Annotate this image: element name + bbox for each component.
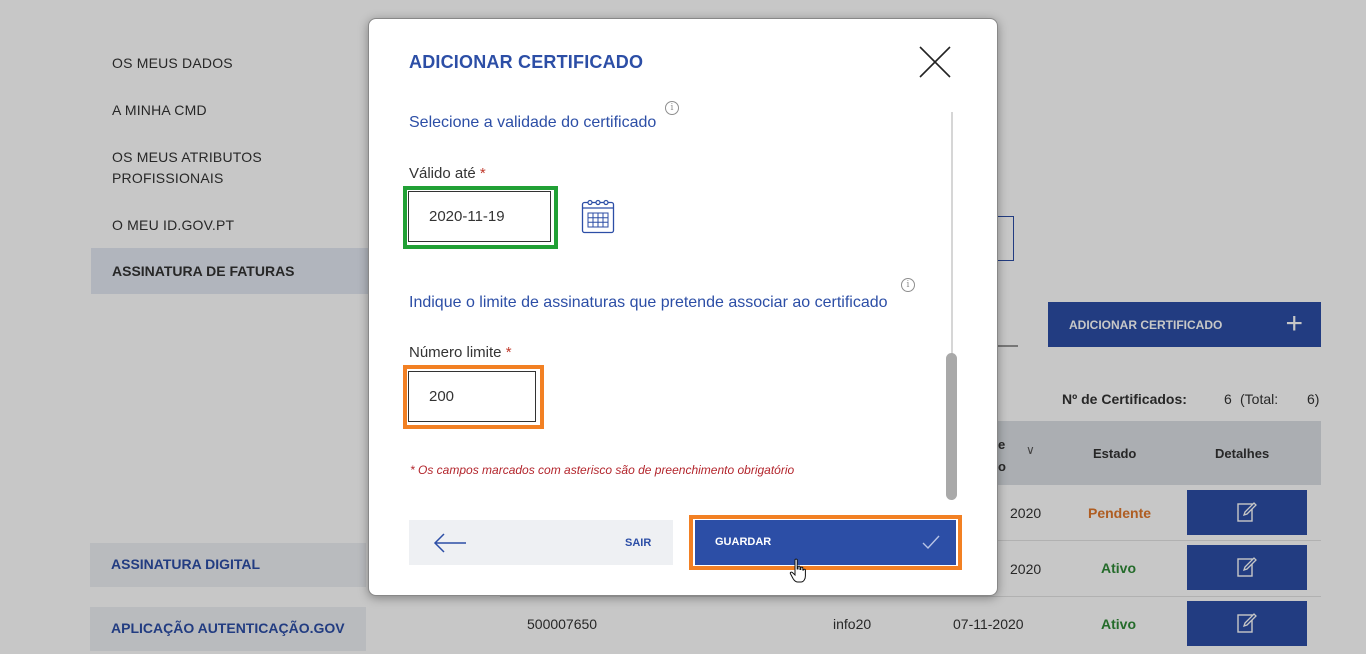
arrow-left-icon <box>433 533 466 553</box>
save-label: GUARDAR <box>715 536 772 548</box>
calendar-icon <box>581 199 615 234</box>
limit-label: Número limite * <box>409 344 512 361</box>
add-certificate-modal: ADICIONAR CERTIFICADO i Selecione a vali… <box>368 18 998 596</box>
info-icon[interactable]: i <box>665 101 679 115</box>
info-icon[interactable]: i <box>901 278 915 292</box>
validity-section-title: Selecione a validade do certificado <box>409 114 657 131</box>
close-icon <box>919 46 951 78</box>
required-fields-note: * Os campos marcados com asterisco são d… <box>410 463 795 477</box>
save-button[interactable]: GUARDAR <box>695 520 956 565</box>
checkmark-icon <box>922 535 940 550</box>
limit-input[interactable] <box>408 371 536 422</box>
calendar-button[interactable] <box>581 198 615 234</box>
valid-until-label: Válido até * <box>409 165 486 182</box>
exit-button[interactable]: SAIR <box>409 520 673 565</box>
valid-until-input[interactable] <box>408 191 551 242</box>
modal-title: ADICIONAR CERTIFICADO <box>409 52 644 72</box>
exit-label: SAIR <box>625 537 652 549</box>
scrollbar-thumb[interactable] <box>946 353 957 500</box>
close-button[interactable] <box>918 45 952 79</box>
limit-section-title: Indique o limite de assinaturas que pret… <box>409 294 888 311</box>
hand-pointer-icon <box>789 558 806 583</box>
